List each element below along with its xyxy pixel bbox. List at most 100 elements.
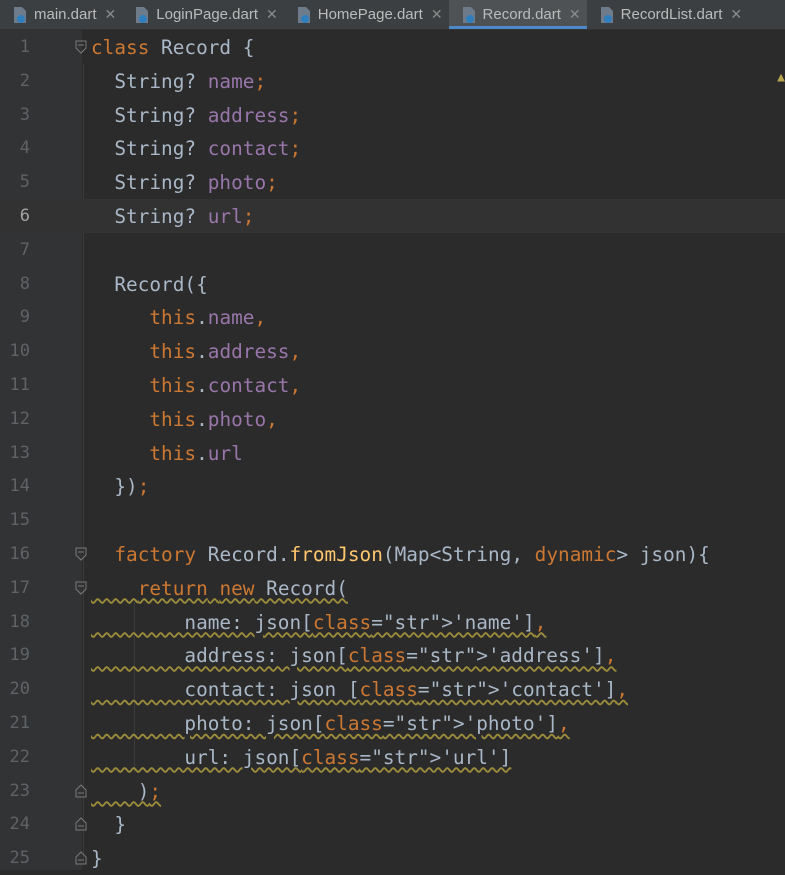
code-text[interactable]: contact: json [class="str">'contact'], bbox=[91, 678, 628, 701]
code-text[interactable]: url: json[class="str">'url'] bbox=[91, 746, 511, 769]
code-line[interactable]: 18 name: json[class="str">'name'], bbox=[0, 605, 785, 639]
line-number[interactable]: 11 bbox=[0, 375, 30, 395]
line-number[interactable]: 24 bbox=[0, 814, 30, 834]
code-text[interactable]: ); bbox=[91, 780, 161, 803]
code-line[interactable]: 12 this.photo, bbox=[0, 402, 785, 436]
code-text[interactable]: String? address; bbox=[91, 104, 301, 127]
code-line[interactable]: 19 address: json[class="str">'address'], bbox=[0, 638, 785, 672]
code-text[interactable]: class Record { bbox=[91, 36, 254, 59]
line-number[interactable]: 25 bbox=[0, 848, 30, 868]
close-icon[interactable]: ✕ bbox=[569, 6, 581, 23]
tab-recordlist-dart[interactable]: RecordList.dart ✕ bbox=[587, 0, 748, 29]
line-number[interactable]: 14 bbox=[0, 476, 30, 496]
line-number[interactable]: 17 bbox=[0, 578, 30, 598]
line-number[interactable]: 16 bbox=[0, 544, 30, 564]
code-text[interactable]: return new Record( bbox=[91, 577, 348, 600]
code-text[interactable]: this.url bbox=[91, 442, 242, 465]
close-icon[interactable]: ✕ bbox=[266, 6, 278, 23]
dart-file-icon bbox=[600, 6, 613, 23]
tab-label: RecordList.dart bbox=[620, 6, 723, 23]
tab-label: Record.dart bbox=[482, 6, 561, 23]
code-line[interactable]: 14 }); bbox=[0, 469, 785, 503]
code-text[interactable]: Record({ bbox=[91, 273, 207, 296]
close-icon[interactable]: ✕ bbox=[730, 6, 742, 23]
close-icon[interactable]: ✕ bbox=[105, 6, 117, 23]
tab-loginpage-dart[interactable]: LoginPage.dart ✕ bbox=[122, 0, 283, 29]
code-line[interactable]: 6 String? url; bbox=[0, 199, 785, 233]
line-number[interactable]: 15 bbox=[0, 510, 30, 530]
code-text[interactable]: this.photo, bbox=[91, 408, 277, 431]
line-number[interactable]: 3 bbox=[0, 105, 30, 125]
code-line[interactable]: 8 Record({ bbox=[0, 267, 785, 301]
code-text[interactable]: photo: json[class="str">'photo'], bbox=[91, 712, 569, 735]
line-number[interactable]: 22 bbox=[0, 747, 30, 767]
line-number[interactable]: 21 bbox=[0, 713, 30, 733]
code-text[interactable]: String? photo; bbox=[91, 171, 277, 194]
fold-collapse-icon[interactable] bbox=[75, 851, 87, 865]
fold-collapse-icon[interactable] bbox=[75, 817, 87, 831]
line-number[interactable]: 19 bbox=[0, 645, 30, 665]
line-number[interactable]: 12 bbox=[0, 409, 30, 429]
tab-label: HomePage.dart bbox=[317, 6, 423, 23]
code-text[interactable]: this.address, bbox=[91, 340, 301, 363]
line-number[interactable]: 5 bbox=[0, 172, 30, 192]
code-line[interactable]: 7 bbox=[0, 233, 785, 267]
code-text[interactable]: } bbox=[91, 813, 126, 836]
code-line[interactable]: 22 url: json[class="str">'url'] bbox=[0, 740, 785, 774]
line-number[interactable]: 7 bbox=[0, 240, 30, 260]
code-line[interactable]: 17 return new Record( bbox=[0, 571, 785, 605]
fold-expand-icon[interactable] bbox=[75, 40, 87, 54]
code-line[interactable]: 23 ); bbox=[0, 774, 785, 808]
code-line[interactable]: 1 class Record { bbox=[0, 30, 785, 64]
code-line[interactable]: 11 this.contact, bbox=[0, 368, 785, 402]
code-editor[interactable]: ▲ 1 class Record {2 String? name; 3 String… bbox=[0, 30, 785, 870]
code-line[interactable]: 16 factory Record.fromJson(Map<String, d… bbox=[0, 537, 785, 571]
tab-label: LoginPage.dart bbox=[156, 6, 259, 23]
dart-file-icon bbox=[14, 6, 26, 23]
code-text[interactable]: String? url; bbox=[91, 205, 254, 228]
line-number[interactable]: 1 bbox=[0, 37, 30, 57]
code-line[interactable]: 13 this.url bbox=[0, 436, 785, 470]
code-text[interactable]: name: json[class="str">'name'], bbox=[91, 611, 546, 634]
line-number[interactable]: 6 bbox=[0, 206, 30, 226]
tab-label: main.dart bbox=[34, 6, 97, 23]
tab-main-dart[interactable]: main.dart ✕ bbox=[0, 0, 122, 29]
code-line[interactable]: 21 photo: json[class="str">'photo'], bbox=[0, 706, 785, 740]
code-text[interactable]: this.name, bbox=[91, 306, 266, 329]
code-text[interactable]: this.contact, bbox=[91, 374, 301, 397]
close-icon[interactable]: ✕ bbox=[431, 6, 443, 23]
code-line[interactable]: 10 this.address, bbox=[0, 334, 785, 368]
dart-file-icon bbox=[136, 6, 149, 23]
line-number[interactable]: 13 bbox=[0, 443, 30, 463]
code-line[interactable]: 24 } bbox=[0, 807, 785, 841]
fold-expand-icon[interactable] bbox=[75, 581, 87, 595]
code-text[interactable]: String? contact; bbox=[91, 137, 301, 160]
code-text[interactable]: factory Record.fromJson(Map<String, dyna… bbox=[91, 543, 709, 566]
tab-record-dart[interactable]: Record.dart ✕ bbox=[448, 0, 587, 29]
code-line[interactable]: 3 String? address; bbox=[0, 98, 785, 132]
line-number[interactable]: 23 bbox=[0, 781, 30, 801]
code-text[interactable]: address: json[class="str">'address'], bbox=[91, 644, 616, 667]
code-line[interactable]: 15 bbox=[0, 503, 785, 537]
code-line[interactable]: 2 String? name; bbox=[0, 64, 785, 98]
line-number[interactable]: 2 bbox=[0, 71, 30, 91]
dart-file-icon bbox=[297, 6, 310, 23]
code-text[interactable]: } bbox=[91, 847, 103, 870]
editor-tab-bar: main.dart ✕ LoginPage.dart ✕ HomePage.da… bbox=[0, 0, 785, 30]
code-line[interactable]: 5 String? photo; bbox=[0, 165, 785, 199]
line-number[interactable]: 20 bbox=[0, 679, 30, 699]
code-line[interactable]: 20 contact: json [class="str">'contact']… bbox=[0, 672, 785, 706]
line-number[interactable]: 18 bbox=[0, 612, 30, 632]
fold-collapse-icon[interactable] bbox=[75, 783, 87, 798]
dart-file-icon bbox=[462, 6, 475, 23]
line-number[interactable]: 4 bbox=[0, 138, 30, 158]
code-line[interactable]: 9 this.name, bbox=[0, 300, 785, 334]
code-line[interactable]: 4 String? contact; bbox=[0, 131, 785, 165]
line-number[interactable]: 8 bbox=[0, 274, 30, 294]
fold-expand-icon[interactable] bbox=[75, 547, 87, 561]
line-number[interactable]: 10 bbox=[0, 341, 30, 361]
line-number[interactable]: 9 bbox=[0, 307, 30, 327]
code-text[interactable]: }); bbox=[91, 475, 149, 498]
code-text[interactable]: String? name; bbox=[91, 70, 266, 93]
tab-homepage-dart[interactable]: HomePage.dart ✕ bbox=[284, 0, 449, 29]
